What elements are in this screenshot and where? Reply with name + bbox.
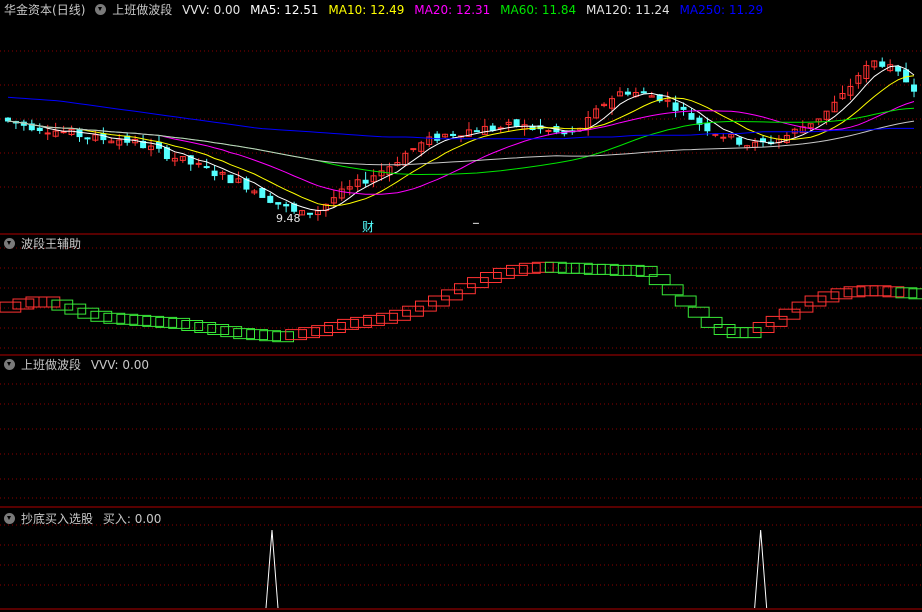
wave-box: [674, 295, 697, 307]
candle-body: [879, 61, 886, 67]
panel4-header: 抄底买入选股 买入: 0.00: [4, 511, 167, 527]
wave-box: [38, 296, 61, 308]
candle-body: [84, 137, 91, 140]
wave-box: [389, 309, 411, 321]
ma120-value: MA120: 11.24: [586, 3, 670, 17]
wave-box: [77, 307, 100, 319]
candle-body: [450, 133, 457, 137]
low-price-label: 9.48: [276, 212, 301, 225]
panel3-header: 上班做波段 VVV: 0.00: [4, 357, 155, 373]
wave-box: [454, 283, 476, 295]
wave-box: [765, 315, 788, 327]
wave-box: [506, 264, 528, 276]
candle-body: [267, 195, 274, 203]
buy-signal-spike: [265, 529, 279, 609]
ma60-value: MA60: 11.84: [500, 3, 577, 17]
panel4-title: 抄底买入选股: [21, 512, 94, 526]
wave-box: [804, 295, 827, 307]
panel4-buy: 买入: 0.00: [102, 512, 162, 526]
wave-box: [791, 301, 814, 313]
candle-body: [434, 133, 441, 141]
candle-body: [720, 136, 727, 139]
candle-body: [672, 102, 679, 111]
panel2-menu-icon[interactable]: [4, 238, 15, 249]
wave-box: [51, 299, 74, 311]
vvv-value: VVV: 0.00: [182, 3, 241, 17]
wave-box: [687, 306, 710, 318]
panel3-vvv: VVV: 0.00: [90, 358, 150, 372]
wave-box: [713, 324, 736, 335]
candle-body: [680, 106, 687, 110]
candle-body: [903, 69, 910, 83]
candle-body: [410, 148, 417, 151]
candle-body: [688, 113, 695, 120]
candle-body: [895, 66, 902, 72]
wave-box: [493, 267, 515, 279]
main-panel-header: 华金资本(日线) 上班做波段 VVV: 0.00 MA5: 12.51 MA10…: [4, 2, 769, 18]
panel2-title: 波段王辅助: [21, 237, 82, 251]
candle-body: [163, 147, 170, 160]
wave-box: [324, 322, 346, 333]
candle-body: [4, 117, 11, 122]
ma250-value: MA250: 11.29: [679, 3, 764, 17]
panel3-title: 上班做波段: [21, 358, 82, 372]
candle-body: [640, 91, 647, 94]
indicator-name: 上班做波段: [112, 3, 173, 17]
candle-body: [545, 130, 552, 133]
candle-body: [44, 132, 51, 135]
candle-body: [259, 188, 266, 198]
candle-body: [100, 133, 107, 141]
wave-box: [376, 312, 398, 324]
candle-body: [489, 125, 496, 131]
candle-body: [60, 131, 67, 134]
indicator-menu-icon[interactable]: [95, 4, 107, 15]
panel3-menu-icon[interactable]: [4, 359, 15, 370]
wave-box: [661, 284, 684, 296]
candle-body: [513, 119, 520, 127]
wave-box: [726, 327, 749, 339]
candle-body: [203, 166, 210, 169]
ma5-value: MA5: 12.51: [250, 3, 319, 17]
candle-body: [227, 174, 234, 184]
candle-body: [911, 84, 918, 92]
finance-marker[interactable]: 财: [362, 218, 374, 235]
panel4-menu-icon[interactable]: [4, 513, 15, 524]
period-label: (日线): [52, 3, 86, 17]
candle-body: [275, 202, 282, 205]
wave-box: [817, 291, 840, 303]
wave-box: [778, 308, 801, 320]
wave-box: [0, 301, 22, 313]
candle-body: [283, 204, 290, 207]
stock-name: 华金资本: [4, 3, 53, 17]
wave-box: [64, 303, 87, 315]
candle-body: [306, 212, 313, 215]
candle-body: [211, 170, 218, 177]
wave-box: [441, 289, 463, 301]
ma250-line: [7, 96, 914, 140]
wave-box: [700, 316, 723, 328]
ma20-value: MA20: 12.31: [414, 3, 491, 17]
buy-signal-spike: [754, 529, 768, 609]
candle-body: [473, 130, 480, 133]
candle-body: [362, 179, 369, 184]
candle-body: [712, 133, 719, 136]
candle-body: [624, 91, 631, 95]
ma10-value: MA10: 12.49: [328, 3, 405, 17]
candle-body: [736, 137, 743, 145]
candle-body: [36, 127, 43, 132]
panel2-header: 波段王辅助: [4, 236, 87, 252]
candle-body: [704, 122, 711, 132]
